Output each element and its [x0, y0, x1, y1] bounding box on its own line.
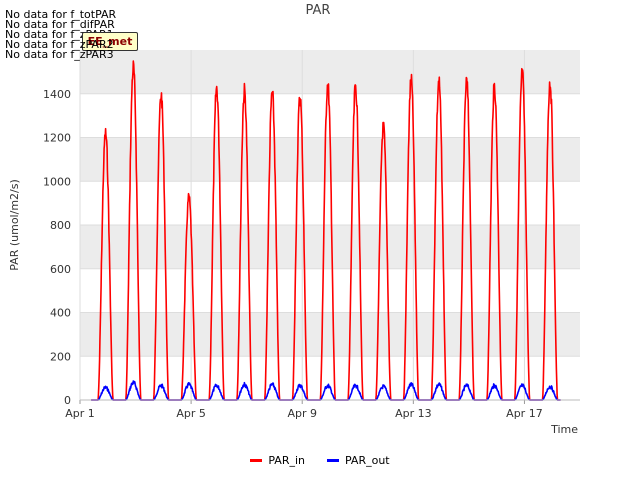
plot-area: 0 200 400 600 800 1000 1200 1400 Apr 1 Apr 5 Apr 9… [43, 50, 580, 420]
legend: PAR_in PAR_out [0, 454, 640, 467]
legend-swatch-par-out [327, 459, 339, 462]
x-axis-label: Time [550, 423, 578, 436]
x-tick-label: Apr 9 [287, 407, 317, 420]
grid-band [80, 50, 580, 94]
x-tick-label: Apr 1 [65, 407, 95, 420]
no-data-message: No data for f_zPAR3 [5, 48, 114, 61]
par-chart: PAR 0 200 400 600 800 1000 1200 1400 Apr 1 Apr 5 A… [8, 3, 580, 436]
legend-item-par-in: PAR_in [250, 454, 305, 467]
y-tick-label: 800 [50, 219, 71, 232]
y-axis-label: PAR (umol/m2/s) [8, 179, 21, 271]
y-tick-label: 600 [50, 263, 71, 276]
x-tick-label: Apr 17 [506, 407, 543, 420]
x-tick-label: Apr 5 [176, 407, 206, 420]
legend-label-par-in: PAR_in [268, 454, 305, 467]
legend-label-par-out: PAR_out [345, 454, 390, 467]
y-tick-label: 1200 [43, 132, 71, 145]
y-tick-label: 1400 [43, 88, 71, 101]
x-tick-label: Apr 13 [395, 407, 432, 420]
legend-item-par-out: PAR_out [327, 454, 390, 467]
y-tick-label: 0 [64, 394, 71, 407]
legend-swatch-par-in [250, 459, 263, 462]
y-tick-label: 200 [50, 350, 71, 363]
grid-band [80, 225, 580, 269]
y-tick-label: 400 [50, 307, 71, 320]
chart-title: PAR [306, 3, 331, 18]
y-tick-label: 1000 [43, 175, 71, 188]
